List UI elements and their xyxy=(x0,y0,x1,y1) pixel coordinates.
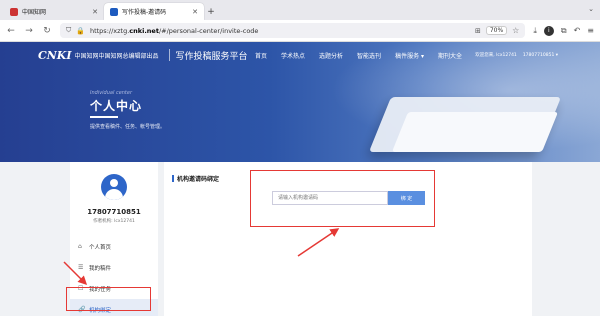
address-bar[interactable]: ⛉ 🔒 https://xztg.cnki.net/#/personal-cen… xyxy=(60,23,526,38)
close-tab-icon[interactable]: ✕ xyxy=(92,8,98,16)
logo-text: 中国知网 xyxy=(74,52,99,60)
undo-icon[interactable]: ↶ xyxy=(574,26,581,35)
site-nav: 首页 学术热点 选题分析 智能选刊 稿件服务 ▾ 期刊大全 xyxy=(255,42,462,68)
new-tab-button[interactable]: + xyxy=(204,3,218,20)
forward-arrow-icon[interactable]: → xyxy=(24,26,34,36)
user-menu[interactable]: 欢迎您来, lcx12741 17807710851 ▾ xyxy=(475,42,558,68)
lock-icon[interactable]: 🔒 xyxy=(76,27,85,35)
avatar xyxy=(101,174,127,200)
header-divider xyxy=(168,49,170,61)
site-banner: CNKI 中国知网 中国知网总编辑部出品 写作投稿服务平台 首页 学术热点 选题… xyxy=(0,42,600,162)
cnki-favicon-icon xyxy=(10,7,18,16)
browser-nav-bar: ← → ↻ ⛉ 🔒 https://xztg.cnki.net/#/person… xyxy=(0,20,600,42)
user-org: 作者机构: lcx12741 xyxy=(93,219,135,224)
browser-tab-bar: 中国知网 ✕ 写作投稿-邀请码 ✕ + ⌄ xyxy=(0,0,600,20)
page-title: 个人中心 xyxy=(90,99,143,113)
shield-icon[interactable]: ⛉ xyxy=(66,26,71,35)
document-icon: ☰ xyxy=(78,264,84,271)
nav-item-journal-select[interactable]: 智能选刊 xyxy=(357,51,381,60)
logo-subtitle: 中国知网总编辑部出品 xyxy=(98,52,159,60)
site-logo[interactable]: CNKI 中国知网 xyxy=(38,49,99,62)
tab-title: 中国知网 xyxy=(22,9,47,16)
tab-list-chevron-icon[interactable]: ⌄ xyxy=(588,5,594,13)
bind-button[interactable]: 绑 定 xyxy=(388,191,425,205)
extension-icon[interactable]: ⧉ xyxy=(561,26,567,36)
reload-icon[interactable]: ↻ xyxy=(42,26,52,36)
bookmark-star-icon[interactable]: ☆ xyxy=(512,26,519,35)
home-icon: ⌂ xyxy=(78,243,82,250)
sidebar-item-home[interactable]: ⌂ 个人首页 xyxy=(70,236,158,257)
user-welcome: 欢迎您来, lcx12741 xyxy=(475,53,517,58)
user-phone[interactable]: 17807710851 ▾ xyxy=(523,53,558,58)
invite-code-input[interactable] xyxy=(272,191,388,205)
info-icon[interactable]: i xyxy=(543,25,554,36)
site-favicon-icon xyxy=(110,7,118,16)
cnki-logo-icon: CNKI xyxy=(38,48,72,62)
nav-item-manuscript-service[interactable]: 稿件服务 ▾ xyxy=(395,51,424,60)
menu-icon[interactable]: ≡ xyxy=(587,26,594,35)
hero-section: Individual center 个人中心 提供查看稿件、任务、帐号管理。 xyxy=(90,90,165,130)
section-bar-icon xyxy=(172,175,174,182)
tab-title: 写作投稿-邀请码 xyxy=(122,9,167,16)
nav-item-journals[interactable]: 期刊大全 xyxy=(438,51,462,60)
sidebar-item-manuscripts[interactable]: ☰ 我的稿件 xyxy=(70,257,158,278)
download-icon[interactable]: ⤓ xyxy=(533,26,537,36)
platform-title: 写作投稿服务平台 xyxy=(175,51,248,62)
tab-invite-code[interactable]: 写作投稿-邀请码 ✕ xyxy=(104,3,204,20)
nav-item-hot-topics[interactable]: 学术热点 xyxy=(281,51,305,60)
annotation-box-sidebar xyxy=(66,287,151,311)
close-tab-icon[interactable]: ✕ xyxy=(192,8,198,16)
sidebar-item-label: 我的稿件 xyxy=(89,265,112,272)
translate-icon[interactable]: ⊞ xyxy=(475,27,481,35)
hero-english-title: Individual center xyxy=(90,90,133,96)
section-title: 机构邀请码绑定 xyxy=(172,174,219,183)
nav-item-topic-analysis[interactable]: 选题分析 xyxy=(319,51,343,60)
username: 17807710851 xyxy=(87,208,141,216)
url-text[interactable]: https://xztg.cnki.net/#/personal-center/… xyxy=(90,27,470,35)
sidebar-item-label: 个人首页 xyxy=(89,244,112,251)
tab-cnki[interactable]: 中国知网 ✕ xyxy=(4,3,104,20)
nav-item-home[interactable]: 首页 xyxy=(255,51,267,60)
title-underline xyxy=(90,116,118,118)
hero-description: 提供查看稿件、任务、帐号管理。 xyxy=(90,124,166,130)
back-arrow-icon[interactable]: ← xyxy=(6,26,16,36)
zoom-level[interactable]: 70% xyxy=(485,26,508,35)
